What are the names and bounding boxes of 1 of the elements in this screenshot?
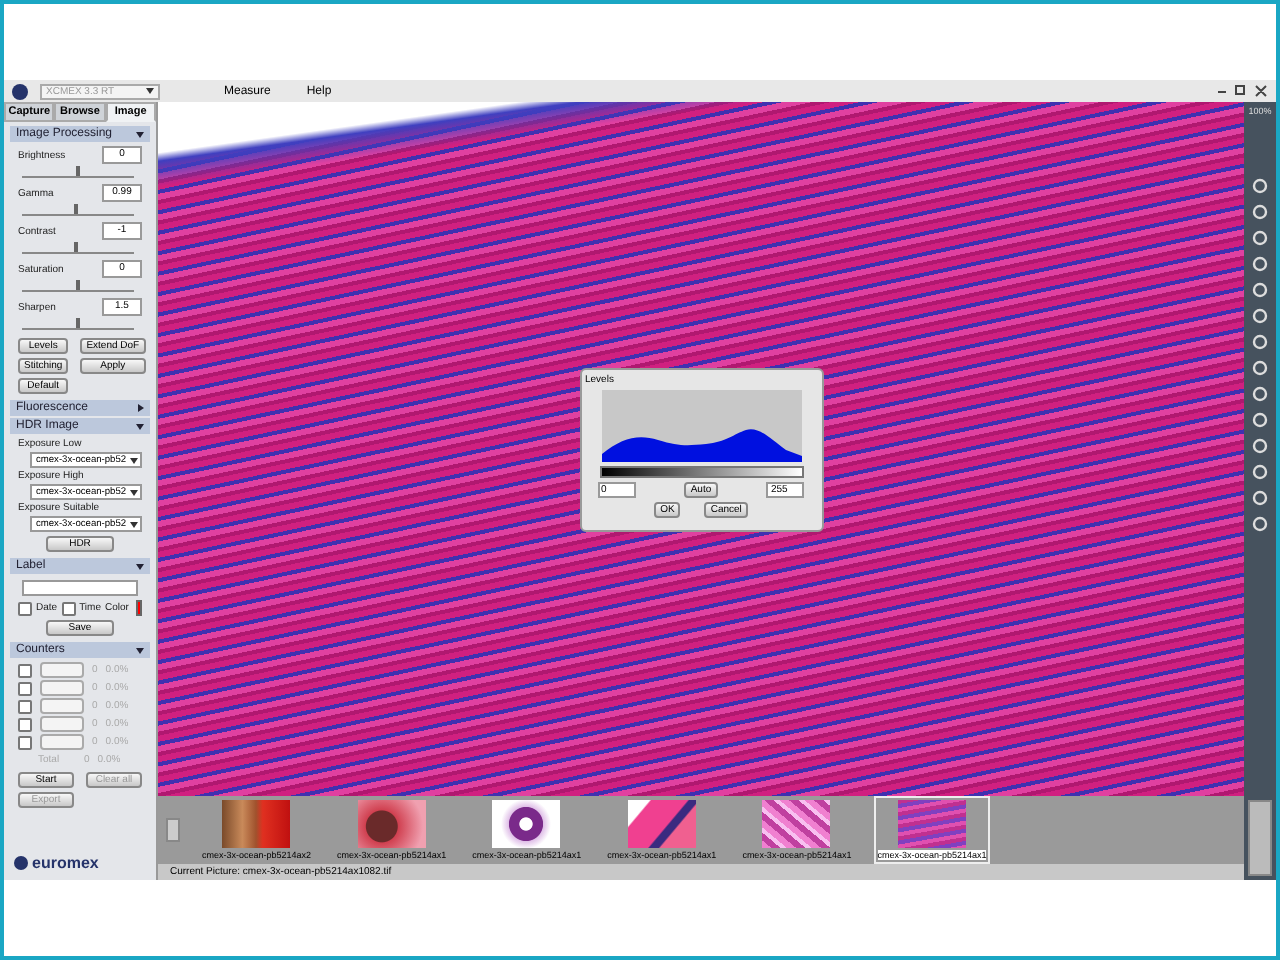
brand-name: euromex: [32, 854, 99, 872]
